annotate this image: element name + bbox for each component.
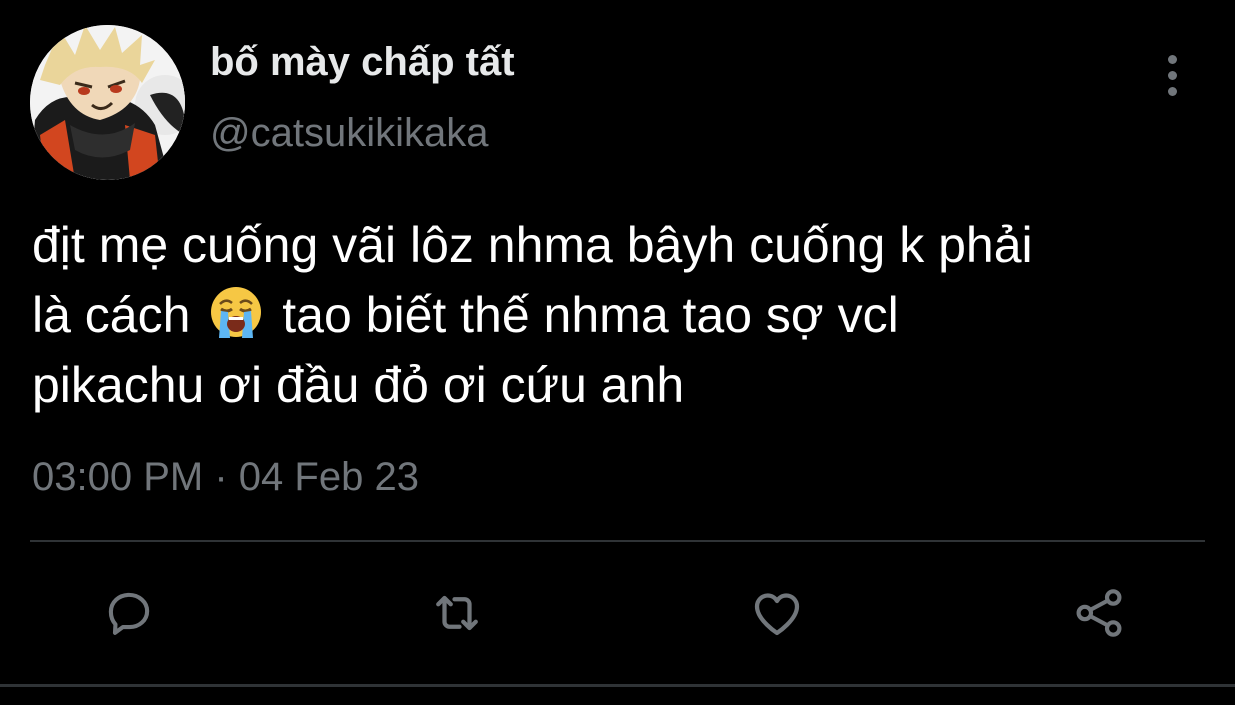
tweet-timestamp[interactable]: 03:00 PM · 04 Feb 23 xyxy=(32,455,419,500)
avatar[interactable] xyxy=(30,25,185,180)
like-button[interactable] xyxy=(746,582,808,644)
loudly-crying-face-emoji-icon xyxy=(208,284,264,340)
tweet-text-segment: là cách xyxy=(32,287,191,343)
more-vertical-icon-dot xyxy=(1167,70,1177,80)
reply-icon xyxy=(108,592,150,635)
tweet-card: bố mày chấp tất @catsukikikaka địt mẹ cu… xyxy=(0,0,1235,705)
more-options-button[interactable] xyxy=(1150,50,1194,100)
tweet-text-line: địt mẹ cuống vãi lôz nhma bâyh cuống k p… xyxy=(32,217,1033,273)
divider xyxy=(30,540,1205,542)
tweet-text-line: pikachu ơi đầu đỏ ơi cứu anh xyxy=(32,357,685,413)
more-vertical-icon-dot xyxy=(1167,86,1177,96)
author-handle[interactable]: @catsukikikaka xyxy=(210,111,488,156)
tweet-time: 03:00 PM xyxy=(32,455,204,499)
timestamp-separator: · xyxy=(214,455,228,499)
tweet-text-segment: tao biết thế nhma tao sợ vcl xyxy=(282,287,899,343)
author-display-name[interactable]: bố mày chấp tất xyxy=(210,40,515,85)
tweet-body: địt mẹ cuống vãi lôz nhma bâyh cuống k p… xyxy=(32,210,1222,420)
avatar-image xyxy=(30,25,185,180)
tweet-date: 04 Feb 23 xyxy=(238,455,419,499)
share-button[interactable] xyxy=(1068,582,1130,644)
heart-icon xyxy=(754,593,800,636)
more-vertical-icon xyxy=(1167,54,1177,64)
retweet-button[interactable] xyxy=(426,582,488,644)
tweet-text-line: là cách tao biết thế nhma tao sợ vcl xyxy=(32,280,1222,350)
bottom-divider xyxy=(0,684,1235,687)
share-icon xyxy=(1076,589,1122,637)
reply-button[interactable] xyxy=(98,582,160,644)
retweet-icon xyxy=(436,595,478,631)
